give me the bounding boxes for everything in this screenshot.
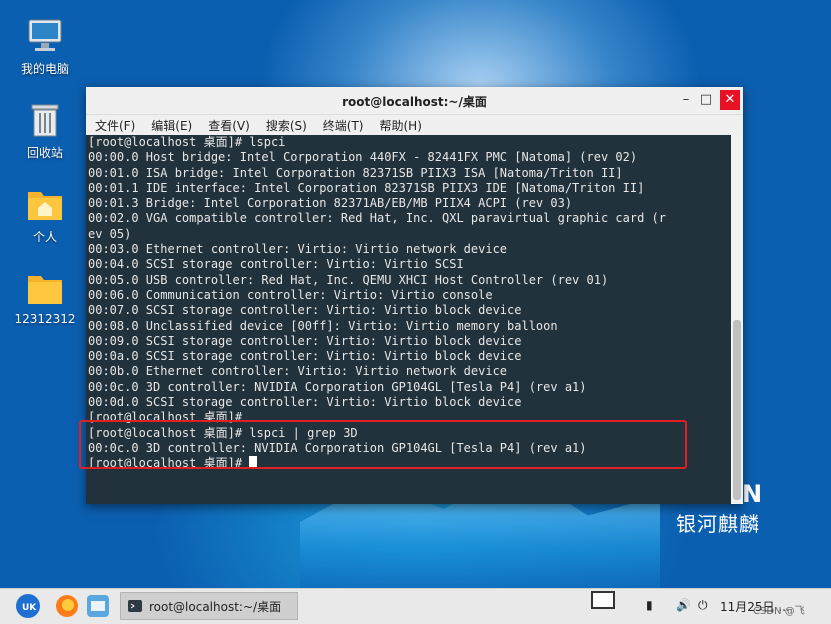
terminal-line: 00:01.3 Bridge: Intel Corporation 82371A… [88, 196, 573, 211]
terminal-cursor [249, 456, 258, 470]
terminal-line: 00:03.0 Ethernet controller: Virtio: Vir… [88, 242, 508, 257]
terminal-line: 00:0d.0 SCSI storage controller: Virtio:… [88, 395, 522, 410]
menu-edit[interactable]: 编辑(E) [151, 117, 192, 134]
terminal-line: [root@localhost 桌面]# lspci [88, 135, 286, 149]
close-button[interactable]: ✕ [720, 90, 740, 110]
power-icon[interactable]: ⏻ [698, 598, 708, 613]
terminal-line: 00:0b.0 Ethernet controller: Virtio: Vir… [88, 364, 508, 379]
start-menu-icon[interactable]: UK [16, 594, 40, 618]
terminal-line: 00:01.1 IDE interface: Intel Corporation… [88, 180, 645, 195]
terminal-line: 00:01.0 ISA bridge: Intel Corporation 82… [88, 165, 623, 180]
scrollbar-thumb[interactable] [733, 320, 741, 500]
terminal-line: ev 05) [88, 226, 132, 241]
terminal-line: 00:0c.0 3D controller: NVIDIA Corporatio… [88, 379, 587, 394]
terminal-prompt: [root@localhost 桌面]# [88, 456, 250, 471]
desktop-icon-computer[interactable]: 我的电脑 [10, 16, 80, 77]
terminal-line: 00:09.0 SCSI storage controller: Virtio:… [88, 333, 522, 348]
file-manager-icon[interactable] [86, 594, 110, 618]
terminal-prompt-line[interactable]: [root@localhost 桌面]# [88, 456, 733, 471]
desktop-icon-label: 12312312 [14, 312, 76, 326]
taskbar-terminal-entry[interactable]: root@localhost:~/桌面 [120, 592, 298, 620]
desktop-icon-label: 回收站 [26, 146, 63, 160]
menu-search[interactable]: 搜索(S) [266, 117, 307, 134]
terminal-line: [root@localhost 桌面]# lspci | grep 3D [88, 425, 358, 440]
battery-icon[interactable]: ▮ [646, 598, 653, 612]
terminal-line: 00:0c.0 3D controller: NVIDIA Corporatio… [88, 440, 587, 455]
menu-bar: 文件(F) 编辑(E) 查看(V) 搜索(S) 终端(T) 帮助(H) [86, 115, 743, 136]
brand-logo-mark: N [742, 480, 763, 508]
menu-terminal[interactable]: 终端(T) [323, 117, 364, 134]
window-titlebar[interactable]: root@localhost:~/桌面 – □ ✕ [86, 87, 743, 115]
desktop-icon-label: 我的电脑 [20, 62, 69, 76]
window-title: root@localhost:~/桌面 [342, 95, 487, 109]
svg-text:UK: UK [22, 603, 37, 613]
watermark: CSDN @飞 [753, 606, 805, 617]
terminal-line: 00:06.0 Communication controller: Virtio… [88, 287, 493, 302]
terminal-line: 00:02.0 VGA compatible controller: Red H… [88, 211, 666, 226]
terminal-line: 00:04.0 SCSI storage controller: Virtio:… [88, 257, 464, 272]
terminal-line: 00:0a.0 SCSI storage controller: Virtio:… [88, 349, 522, 364]
terminal-line: 00:00.0 Host bridge: Intel Corporation 4… [88, 150, 638, 165]
trash-icon [25, 100, 65, 140]
brand-logo-text: 银河麒麟 [676, 512, 760, 536]
display-icon[interactable] [591, 591, 615, 609]
minimize-button[interactable]: – [676, 90, 696, 110]
taskbar: UK root@localhost:~/桌面 ▮ 🔊 ⏻ 11月25日 ... … [0, 588, 831, 624]
desktop-icon-folder[interactable]: 12312312 [10, 268, 80, 326]
computer-icon [25, 16, 65, 56]
terminal-line: 00:08.0 Unclassified device [00ff]: Virt… [88, 318, 558, 333]
terminal-scrollbar[interactable] [731, 135, 743, 504]
terminal-line: [root@localhost 桌面]# [88, 410, 243, 425]
terminal-window[interactable]: root@localhost:~/桌面 – □ ✕ 文件(F) 编辑(E) 查看… [86, 87, 743, 504]
desktop-icon-home[interactable]: 个人 [10, 184, 80, 245]
terminal-line: 00:07.0 SCSI storage controller: Virtio:… [88, 303, 522, 318]
firefox-icon[interactable] [55, 594, 79, 618]
desktop-icon-label: 个人 [32, 230, 57, 244]
maximize-button[interactable]: □ [696, 90, 716, 110]
volume-icon[interactable]: 🔊 [676, 598, 691, 612]
menu-view[interactable]: 查看(V) [208, 117, 250, 134]
terminal-line: 00:05.0 USB controller: Red Hat, Inc. QE… [88, 272, 609, 287]
taskbar-task-label: root@localhost:~/桌面 [149, 599, 282, 614]
home-folder-icon [25, 184, 65, 224]
desktop-icon-trash[interactable]: 回收站 [10, 100, 80, 161]
folder-icon [25, 268, 65, 308]
terminal-icon [128, 600, 142, 612]
terminal-output[interactable]: [root@localhost 桌面]# lspci 00:00.0 Host … [86, 135, 733, 504]
menu-file[interactable]: 文件(F) [95, 117, 135, 134]
menu-help[interactable]: 帮助(H) [380, 117, 422, 134]
